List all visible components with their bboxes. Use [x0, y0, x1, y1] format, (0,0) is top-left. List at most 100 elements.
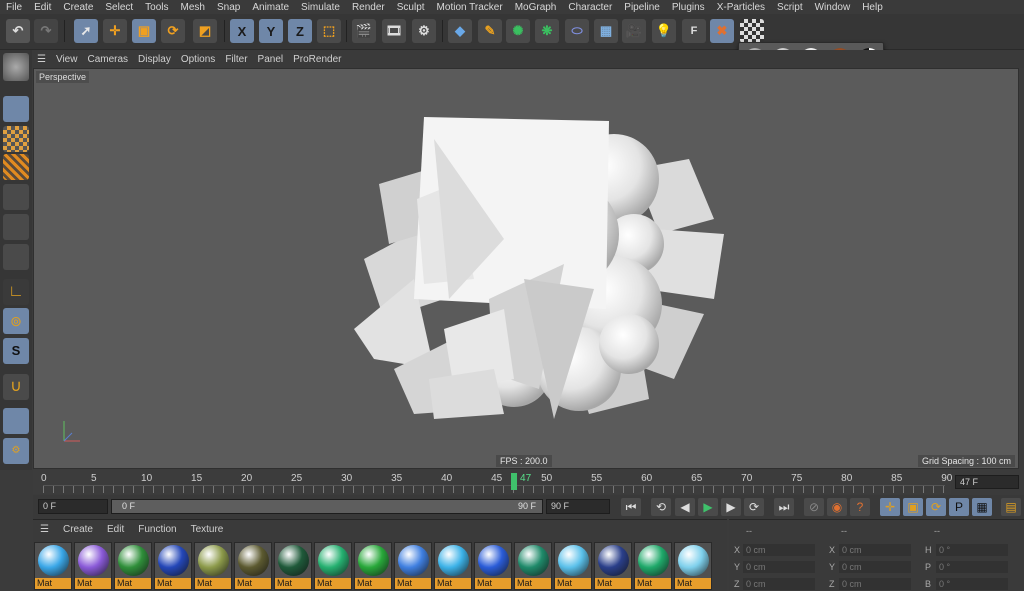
- magnet-icon[interactable]: ∪: [3, 374, 29, 400]
- workplane-icon[interactable]: [3, 154, 29, 180]
- viewport-menu-prorender[interactable]: ProRender: [288, 54, 346, 65]
- z-axis-icon[interactable]: Z: [288, 19, 312, 43]
- menu-help[interactable]: Help: [856, 2, 889, 13]
- scale-icon[interactable]: ▣: [132, 19, 156, 43]
- rotate-icon[interactable]: ⟳: [161, 19, 185, 43]
- material-swatch[interactable]: Mat: [474, 542, 512, 590]
- floor-icon[interactable]: ▦: [594, 19, 618, 43]
- planar-workplane-icon[interactable]: ⚙: [3, 438, 29, 464]
- go-to-start-icon[interactable]: ⏮: [621, 498, 641, 516]
- material-swatch[interactable]: Mat: [74, 542, 112, 590]
- material-menu-function[interactable]: Function: [131, 524, 183, 535]
- parameter-key-icon[interactable]: P: [949, 498, 969, 516]
- deformer-icon[interactable]: ⬭: [565, 19, 589, 43]
- material-swatch[interactable]: Mat: [114, 542, 152, 590]
- viewport-menu-view[interactable]: View: [51, 54, 83, 65]
- rotation-key-icon[interactable]: ⟳: [926, 498, 946, 516]
- material-menu-create[interactable]: Create: [56, 524, 100, 535]
- material-swatch[interactable]: Mat: [234, 542, 272, 590]
- menu-simulate[interactable]: Simulate: [295, 2, 346, 13]
- menu-script[interactable]: Script: [771, 2, 809, 13]
- undo-icon[interactable]: ↶: [6, 19, 30, 43]
- material-swatch[interactable]: Mat: [554, 542, 592, 590]
- model-mode-icon[interactable]: [3, 96, 29, 122]
- material-swatch[interactable]: Mat: [594, 542, 632, 590]
- end-frame-field[interactable]: 90 F: [546, 499, 610, 514]
- xparticles-icon[interactable]: ✖: [710, 19, 734, 43]
- previous-key-icon[interactable]: ⟲: [651, 498, 671, 516]
- start-frame-field[interactable]: 0 F: [38, 499, 108, 514]
- material-swatch[interactable]: Mat: [434, 542, 472, 590]
- menu-character[interactable]: Character: [562, 2, 618, 13]
- previous-frame-icon[interactable]: ◀: [675, 498, 695, 516]
- checker-icon[interactable]: [740, 19, 764, 43]
- redo-icon[interactable]: ↷: [34, 19, 58, 43]
- preview-range-slider[interactable]: 0 F 90 F: [111, 499, 543, 514]
- last-tool-icon[interactable]: ◩: [193, 19, 217, 43]
- axis-mode-icon[interactable]: ∟: [3, 279, 29, 305]
- viewport-menu-options[interactable]: Options: [176, 54, 220, 65]
- menu-plugins[interactable]: Plugins: [666, 2, 711, 13]
- keyframe-selection-icon[interactable]: ?: [850, 498, 870, 516]
- tweak-mode-icon[interactable]: ⊚: [3, 308, 29, 334]
- menu-create[interactable]: Create: [57, 2, 99, 13]
- material-menu-edit[interactable]: Edit: [100, 524, 131, 535]
- menu-motion-tracker[interactable]: Motion Tracker: [431, 2, 509, 13]
- menu-window[interactable]: Window: [809, 2, 857, 13]
- camera-icon[interactable]: 🎥: [622, 19, 646, 43]
- locked-workplane-icon[interactable]: [3, 408, 29, 434]
- menu-file[interactable]: File: [0, 2, 28, 13]
- viewport-menu-filter[interactable]: Filter: [220, 54, 252, 65]
- cloner-icon[interactable]: ❋: [535, 19, 559, 43]
- viewport-hamburger-icon[interactable]: ☰: [32, 54, 51, 65]
- polygons-mode-icon[interactable]: [3, 244, 29, 270]
- menu-edit[interactable]: Edit: [28, 2, 57, 13]
- coordinate-value-field[interactable]: 0 °: [936, 578, 1008, 590]
- menu-mograph[interactable]: MoGraph: [509, 2, 563, 13]
- material-swatch[interactable]: Mat: [34, 542, 72, 590]
- render-picture-viewer-icon[interactable]: 🎞: [382, 19, 406, 43]
- x-axis-icon[interactable]: X: [230, 19, 254, 43]
- material-swatch[interactable]: Mat: [274, 542, 312, 590]
- select-arrow-icon[interactable]: ➚: [74, 19, 98, 43]
- viewport[interactable]: Perspective FPS: 200.0 Grid Spacing: 1…: [33, 68, 1019, 469]
- material-hamburger-icon[interactable]: ☰: [33, 524, 56, 535]
- material-swatch[interactable]: Mat: [354, 542, 392, 590]
- view-icon[interactable]: [3, 53, 29, 81]
- points-mode-icon[interactable]: [3, 184, 29, 210]
- coordinate-value-field[interactable]: 0 cm: [839, 544, 911, 556]
- play-icon[interactable]: ▶: [698, 498, 718, 516]
- edges-mode-icon[interactable]: [3, 214, 29, 240]
- next-key-icon[interactable]: ⟳: [744, 498, 764, 516]
- position-key-icon[interactable]: ✛: [880, 498, 900, 516]
- menu-select[interactable]: Select: [99, 2, 139, 13]
- light-icon[interactable]: 💡: [652, 19, 676, 43]
- pen-icon[interactable]: ✎: [478, 19, 502, 43]
- move-icon[interactable]: ✛: [103, 19, 127, 43]
- subdivision-icon[interactable]: ✺: [506, 19, 530, 43]
- coordinate-value-field[interactable]: 0 °: [936, 561, 1008, 573]
- viewport-menu-cameras[interactable]: Cameras: [82, 54, 133, 65]
- material-swatch[interactable]: Mat: [394, 542, 432, 590]
- snap-icon[interactable]: S: [3, 338, 29, 364]
- playhead[interactable]: [511, 473, 518, 490]
- material-swatch[interactable]: Mat: [634, 542, 672, 590]
- menu-sculpt[interactable]: Sculpt: [391, 2, 431, 13]
- menu-pipeline[interactable]: Pipeline: [618, 2, 666, 13]
- autokey-icon[interactable]: ◉: [827, 498, 847, 516]
- go-to-end-icon[interactable]: ⏭: [774, 498, 794, 516]
- menu-x-particles[interactable]: X-Particles: [711, 2, 771, 13]
- texture-mode-icon[interactable]: [3, 126, 29, 152]
- coordinate-value-field[interactable]: 0 cm: [839, 561, 911, 573]
- render-view-icon[interactable]: 🎬: [352, 19, 376, 43]
- point-level-key-icon[interactable]: ▦: [972, 498, 992, 516]
- field-icon[interactable]: F: [682, 19, 706, 43]
- y-axis-icon[interactable]: Y: [259, 19, 283, 43]
- coordinate-value-field[interactable]: 0 cm: [743, 544, 815, 556]
- timeline-ruler[interactable]: [43, 485, 945, 493]
- coordinate-system-icon[interactable]: ⬚: [317, 19, 341, 43]
- viewport-menu-panel[interactable]: Panel: [253, 54, 289, 65]
- material-menu-texture[interactable]: Texture: [184, 524, 231, 535]
- cube-icon[interactable]: ◆: [448, 19, 472, 43]
- viewport-menu-display[interactable]: Display: [133, 54, 176, 65]
